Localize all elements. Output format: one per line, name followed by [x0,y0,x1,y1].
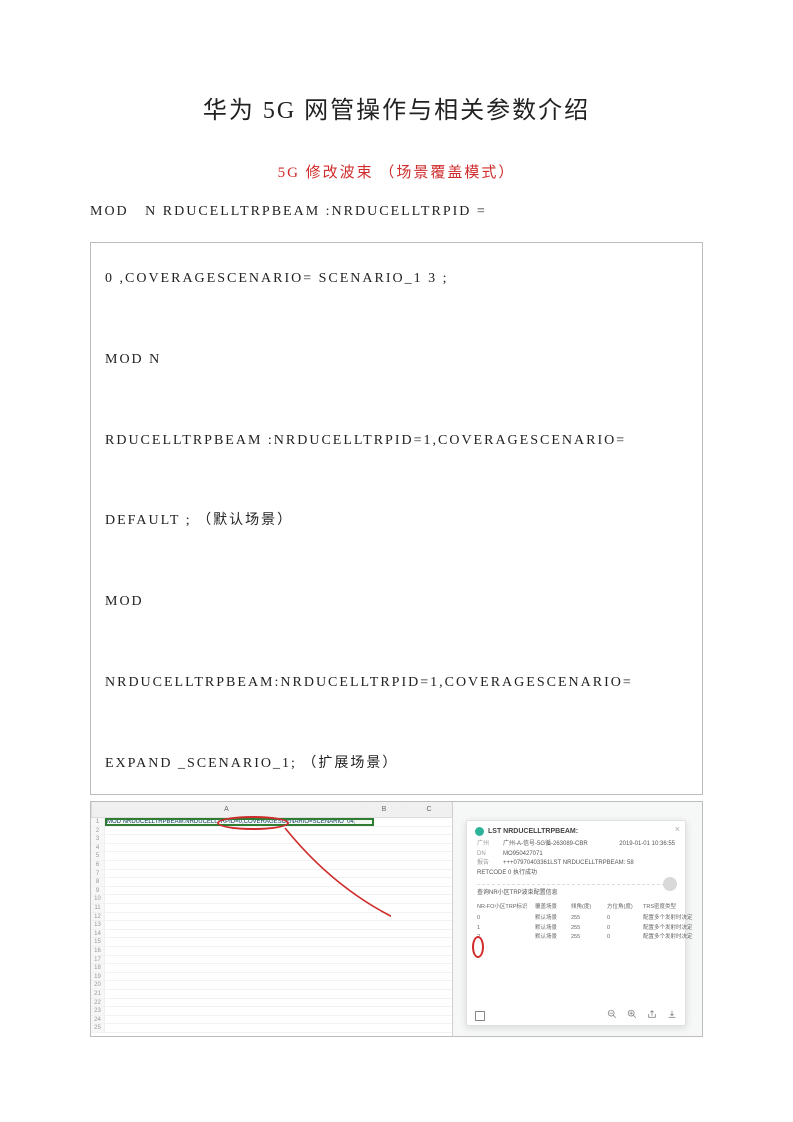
table-row: 1默认场景2550配置多个发射时决定 [477,924,675,933]
page-title: 华为 5G 网管操作与相关参数介绍 [90,90,703,125]
value-time: 2019-01-01 10:36:55 [619,840,675,850]
screenshot-figure: A B C 1 MOD NRDUCELLTRPBEAM:NRDUCELLTRPI… [90,801,703,1037]
th-id: NR-FO小区TRP标识 [477,903,529,912]
spreadsheet-panel: A B C 1 MOD NRDUCELLTRPBEAM:NRDUCELLTRPI… [91,802,453,1036]
col-A: A [92,802,362,817]
th-tilt: 倾角(度) [571,903,601,912]
label-site: 广州 [477,840,499,850]
command-line-top: MOD N RDUCELLTRPBEAM :NRDUCELLTRPID = [90,204,703,220]
subtitle: 5G 修改波束 （场景覆盖模式） [90,161,703,182]
th-scenario: 覆盖场景 [535,903,565,912]
zoom-out-icon[interactable] [607,1009,617,1021]
table-row: 2默认场景2550配置多个发射时决定 [477,933,675,942]
block-line: MOD N [105,342,688,378]
spreadsheet-header: A B C [91,802,452,818]
th-trs: TRS密度类型 [643,903,693,912]
block-line: RDUCELLTRPBEAM :NRDUCELLTRPID=1,COVERAGE… [105,423,688,459]
value-dn: MO950427071 [503,850,543,860]
col-B: B [362,802,407,817]
download-icon[interactable] [667,1009,677,1021]
col-C: C [407,802,452,817]
rownum: 1 [91,818,105,826]
result-popup: × LST NRDUCELLTRPBEAM: 广州 广州-A-信号-5G循-26… [466,820,686,1026]
block-line: MOD [105,584,688,620]
th-azimuth: 方位角(度) [607,903,637,912]
share-icon[interactable] [647,1009,657,1021]
close-icon[interactable]: × [675,824,680,834]
table-row: 0默认场景2550配置多个发射时决定 [477,914,675,923]
cell-A1[interactable]: MOD NRDUCELLTRPBEAM:NRDUCELLTRPID=0,COVE… [105,818,375,826]
status-dot [475,827,484,836]
avatar [663,877,677,891]
popup-title: LST NRDUCELLTRPBEAM: [488,828,578,835]
command-block: 0 ,COVERAGESCENARIO= SCENARIO_1 3 ; MOD … [90,242,703,795]
block-line: EXPAND _SCENARIO_1; （扩展场景） [105,746,688,782]
query-label: 查询NR小区TRP波束配置信息 [477,889,558,899]
value-site: 广州-A-信号-5G循-263089-CBR [503,840,588,850]
zoom-in-icon[interactable] [627,1009,637,1021]
label-report: 报告 [477,859,499,869]
block-line: NRDUCELLTRPBEAM:NRDUCELLTRPID=1,COVERAGE… [105,665,688,701]
value-report: +++07970403361LST NRDUCELLTRPBEAM: 58 [503,859,634,869]
value-retcode: RETCODE 0 执行成功 [477,869,537,879]
block-line: DEFAULT ; （默认场景） [105,503,688,539]
block-line: 0 ,COVERAGESCENARIO= SCENARIO_1 3 ; [105,261,688,297]
result-table: NR-FO小区TRP标识 覆盖场景 倾角(度) 方位角(度) TRS密度类型 0… [477,903,675,942]
checkbox-icon[interactable] [475,1011,485,1021]
label-dn: DN [477,850,499,860]
